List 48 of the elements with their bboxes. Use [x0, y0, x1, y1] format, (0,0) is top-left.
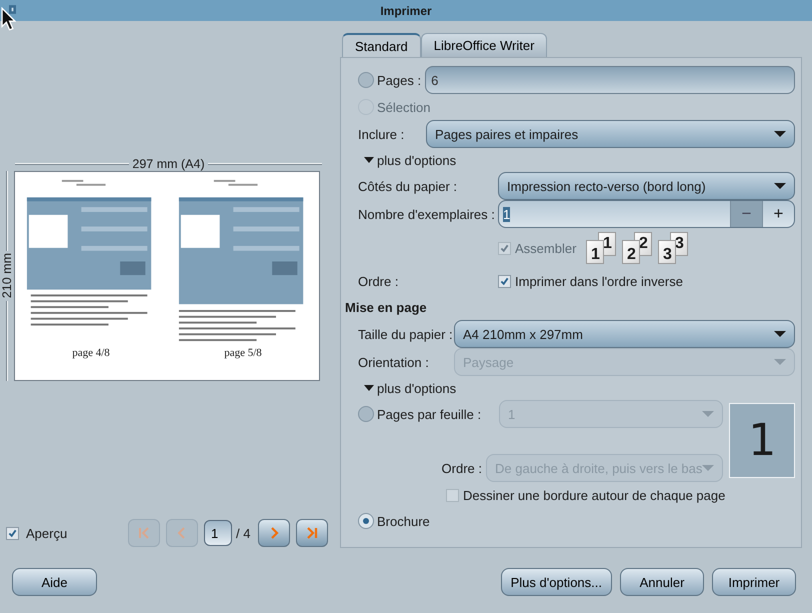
- last-page-button[interactable]: [296, 519, 328, 547]
- copies-label: Nombre d'exemplaires :: [358, 206, 494, 222]
- page-number-label: page 5/8: [224, 347, 262, 359]
- window-title: Imprimer: [380, 4, 432, 18]
- more-options-toggle[interactable]: plus d'options: [358, 376, 795, 400]
- next-page-button[interactable]: [258, 519, 290, 547]
- page-number-label: page 4/8: [72, 347, 110, 359]
- radio-label: Pages :: [377, 72, 422, 88]
- checkbox-label: Aperçu: [26, 526, 68, 540]
- cursor-icon: [1, 7, 16, 31]
- paper-width-label: 297 mm (A4): [132, 157, 205, 171]
- radio-label: Sélection: [377, 100, 430, 114]
- checkbox[interactable]: [498, 274, 511, 288]
- page-number-field[interactable]: 1: [204, 520, 232, 546]
- tab[interactable]: Standard: [342, 33, 421, 57]
- paper-height-label: 210 mm: [0, 252, 14, 301]
- checkbox-label: Dessiner une bordure autour de chaque page: [463, 488, 726, 502]
- checkbox[interactable]: [6, 526, 19, 540]
- sheet-order-label: Ordre :: [440, 460, 482, 476]
- paper-size-label: Taille du papier :: [358, 326, 450, 342]
- tab[interactable]: LibreOffice Writer: [420, 33, 548, 57]
- increment-button[interactable]: +: [762, 201, 794, 227]
- include-dropdown[interactable]: Pages paires et impaires: [426, 120, 795, 148]
- section-heading: Mise en page: [345, 298, 428, 317]
- dialog-button[interactable]: Annuler: [620, 568, 704, 596]
- pages-field[interactable]: 6: [425, 66, 795, 94]
- layout-preview: 1: [729, 403, 795, 478]
- paper-size-dropdown[interactable]: A4 210mm x 297mm: [454, 320, 795, 348]
- radio-label: Brochure: [377, 514, 430, 528]
- radio-button[interactable]: [358, 72, 374, 88]
- preview-checkbox[interactable]: Aperçu: [6, 526, 128, 540]
- include-label: Inclure :: [358, 126, 406, 142]
- order-label: Ordre :: [358, 274, 400, 288]
- paper-sides-label: Côtés du papier :: [358, 178, 458, 194]
- window-icon[interactable]: [9, 5, 16, 14]
- copies-spinbox[interactable]: 1 − +: [498, 200, 795, 228]
- dialog-button[interactable]: Plus d'options...: [500, 568, 612, 596]
- orientation-label: Orientation :: [358, 354, 430, 370]
- checkbox-label: Imprimer dans l'ordre inverse: [515, 274, 683, 288]
- decrement-button[interactable]: −: [730, 201, 762, 227]
- dialog-button[interactable]: Imprimer: [712, 568, 796, 596]
- paper-sides-dropdown[interactable]: Impression recto-verso (bord long): [498, 172, 795, 200]
- more-options-toggle[interactable]: plus d'options: [358, 148, 795, 172]
- radio-label: Pages par feuille :: [377, 406, 482, 422]
- help-button[interactable]: Aide: [12, 568, 97, 596]
- page-total-label: / 4: [236, 526, 250, 540]
- checkbox-label: Assembler: [515, 240, 576, 256]
- radio-button[interactable]: [358, 513, 374, 529]
